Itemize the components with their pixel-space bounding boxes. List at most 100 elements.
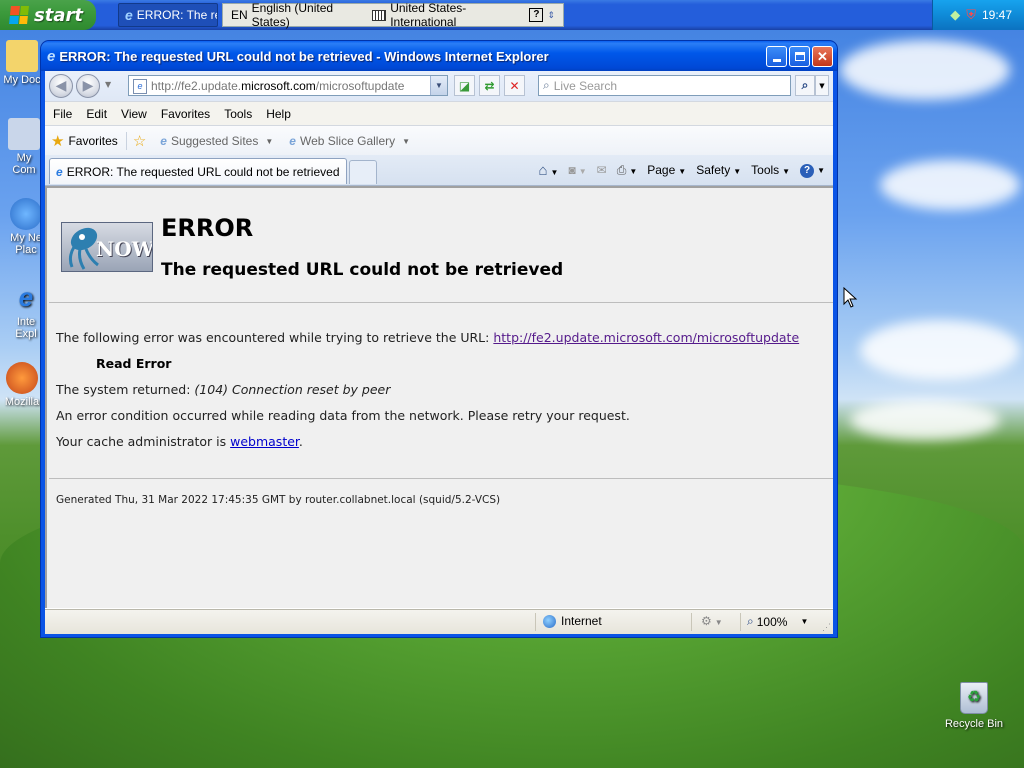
lang-name: English (United States) — [251, 1, 334, 29]
requested-url-link[interactable]: http://fe2.update.microsoft.com/microsof… — [493, 330, 799, 345]
error-intro-line: The following error was encountered whil… — [56, 330, 799, 345]
desktop-icon-network-places[interactable]: My Ne Plac — [6, 198, 46, 256]
back-button[interactable]: ◀ — [49, 74, 73, 98]
printer-icon: ⎙ — [616, 162, 627, 177]
langbar-options-icon[interactable]: ⇕ — [547, 10, 555, 21]
computer-icon — [8, 118, 40, 150]
security-shield-icon[interactable]: ⛨ — [966, 7, 976, 23]
desktop-icon-recycle-bin[interactable]: ♻ Recycle Bin — [942, 682, 1006, 730]
search-options-button[interactable]: ▼ — [815, 75, 829, 96]
suggested-sites-label: Suggested Sites — [170, 134, 259, 148]
tools-menu-button[interactable]: Tools ▼ — [751, 163, 790, 177]
network-icon[interactable]: ◆ — [950, 7, 960, 23]
keyboard-icon — [372, 9, 387, 21]
squid-logo: NOW — [61, 222, 153, 272]
menu-help[interactable]: Help — [259, 107, 298, 121]
page-subheading: The requested URL could not be retrieved — [161, 260, 564, 280]
webmaster-link[interactable]: webmaster — [230, 434, 299, 449]
menu-favorites[interactable]: Favorites — [154, 107, 217, 121]
page-footer: Generated Thu, 31 Mar 2022 17:45:35 GMT … — [56, 494, 501, 506]
cache-admin-suffix: . — [298, 434, 303, 449]
menu-tools[interactable]: Tools — [217, 107, 259, 121]
help-menu-button[interactable]: ? ▼ — [800, 162, 825, 178]
menu-edit[interactable]: Edit — [79, 107, 114, 121]
sky-cloud — [880, 160, 1020, 210]
favorites-bar: ★ Favorites ☆ e Suggested Sites ▼ e Web … — [45, 125, 833, 156]
history-dropdown-icon[interactable]: ▼ — [105, 80, 111, 89]
close-button[interactable]: ✕ — [812, 46, 833, 67]
keyboard-layout-label: United States-International — [390, 1, 467, 29]
favorites-star-icon: ★ — [51, 133, 65, 150]
taskbar: start e ERROR: The re EN English (United… — [0, 0, 1024, 30]
chevron-down-icon: ▼ — [819, 81, 825, 90]
home-button[interactable]: ⌂ ▼ — [538, 162, 558, 179]
mail-icon: ✉ — [596, 163, 607, 177]
minimize-button[interactable] — [766, 46, 787, 67]
desktop-icon-my-documents[interactable]: My Doc — [2, 40, 42, 86]
maximize-icon — [794, 52, 805, 61]
address-host: microsoft.com — [241, 78, 316, 93]
rss-icon: ◙ — [568, 163, 576, 177]
ie-page-icon: e — [289, 134, 296, 148]
tab-current[interactable]: e ERROR: The requested URL could not be … — [49, 158, 347, 184]
web-slice-gallery-button[interactable]: e Web Slice Gallery ▼ — [281, 134, 418, 148]
start-button[interactable]: start — [0, 0, 96, 30]
favorites-button[interactable]: ★ Favorites — [45, 132, 127, 150]
windows-logo-icon — [9, 6, 29, 24]
clock[interactable]: 19:47 — [982, 8, 1012, 22]
search-box[interactable]: ⌕ Live Search — [538, 75, 791, 96]
desktop-icon-mozilla[interactable]: Mozilla — [2, 362, 42, 408]
status-separator — [535, 613, 536, 631]
web-slice-gallery-label: Web Slice Gallery — [299, 134, 396, 148]
chevron-down-icon: ▼ — [800, 617, 809, 626]
search-button[interactable]: ⌕ — [795, 75, 815, 96]
page-content: NOW ERROR The requested URL could not be… — [45, 186, 833, 608]
read-mail-button[interactable]: ✉ — [597, 163, 607, 177]
stop-button[interactable]: ✕ — [504, 75, 525, 96]
sky-cloud — [840, 40, 1010, 100]
chevron-down-icon: ▼ — [629, 166, 638, 176]
system-returned-label: The system returned: — [56, 382, 195, 397]
minimize-icon — [772, 59, 781, 62]
recycle-bin-icon: ♻ — [960, 682, 988, 714]
add-to-favorites-bar-button[interactable]: ☆ — [127, 132, 152, 150]
zoom-button[interactable]: ⌕ 100% ▼ — [747, 614, 808, 629]
page-menu-button[interactable]: Page ▼ — [647, 163, 686, 177]
forward-button[interactable]: ▶ — [76, 74, 100, 98]
menu-view[interactable]: View — [114, 107, 154, 121]
suggested-sites-button[interactable]: e Suggested Sites ▼ — [152, 134, 281, 148]
cache-admin-line: Your cache administrator is webmaster. — [56, 434, 303, 449]
feeds-button[interactable]: ◙ ▼ — [568, 163, 586, 177]
keyboard-layout[interactable]: United States-International — [364, 1, 521, 29]
tab-title: ERROR: The requested URL could not be re… — [66, 164, 340, 179]
refresh-icon: ⇄ — [484, 78, 495, 93]
ie-window: e ERROR: The requested URL could not be … — [41, 41, 837, 637]
security-zone[interactable]: Internet — [543, 614, 602, 628]
desktop-icon-my-computer[interactable]: My Com — [4, 118, 44, 176]
print-button[interactable]: ⎙ ▼ — [617, 163, 638, 178]
protected-mode-button[interactable]: ⚙ ▼ — [701, 614, 723, 628]
status-bar: Internet ⚙ ▼ ⌕ 100% ▼ ⋰ — [45, 609, 833, 634]
window-titlebar[interactable]: e ERROR: The requested URL could not be … — [41, 41, 837, 71]
address-bar[interactable]: e http://fe2.update. microsoft.com/micros… — [128, 75, 448, 96]
security-zone-label: Internet — [561, 614, 602, 628]
maximize-button[interactable] — [789, 46, 810, 67]
divider — [49, 302, 833, 303]
favorites-label: Favorites — [68, 134, 118, 148]
mozilla-icon — [6, 362, 38, 394]
resize-grip-icon[interactable]: ⋰ — [822, 622, 831, 633]
language-bar[interactable]: EN English (United States) United States… — [222, 1, 564, 29]
address-dropdown-button[interactable]: ▼ — [430, 76, 447, 95]
search-provider-icon: ⌕ — [543, 78, 550, 92]
desktop-icon-internet-explorer[interactable]: e Inte Expl — [6, 282, 46, 340]
menu-file[interactable]: File — [45, 107, 79, 121]
refresh-button[interactable]: ⇄ — [479, 75, 500, 96]
language-indicator[interactable]: EN English (United States) — [223, 1, 364, 29]
language-help[interactable]: ? ⇕ — [521, 8, 563, 22]
taskbar-button-ie[interactable]: e ERROR: The re — [118, 3, 218, 27]
new-tab-button[interactable] — [349, 160, 377, 184]
ie-icon: e — [125, 7, 133, 23]
safety-menu-button[interactable]: Safety ▼ — [696, 163, 741, 177]
compatibility-view-button[interactable]: ◪ — [454, 75, 475, 96]
back-arrow-icon: ◀ — [55, 78, 67, 94]
